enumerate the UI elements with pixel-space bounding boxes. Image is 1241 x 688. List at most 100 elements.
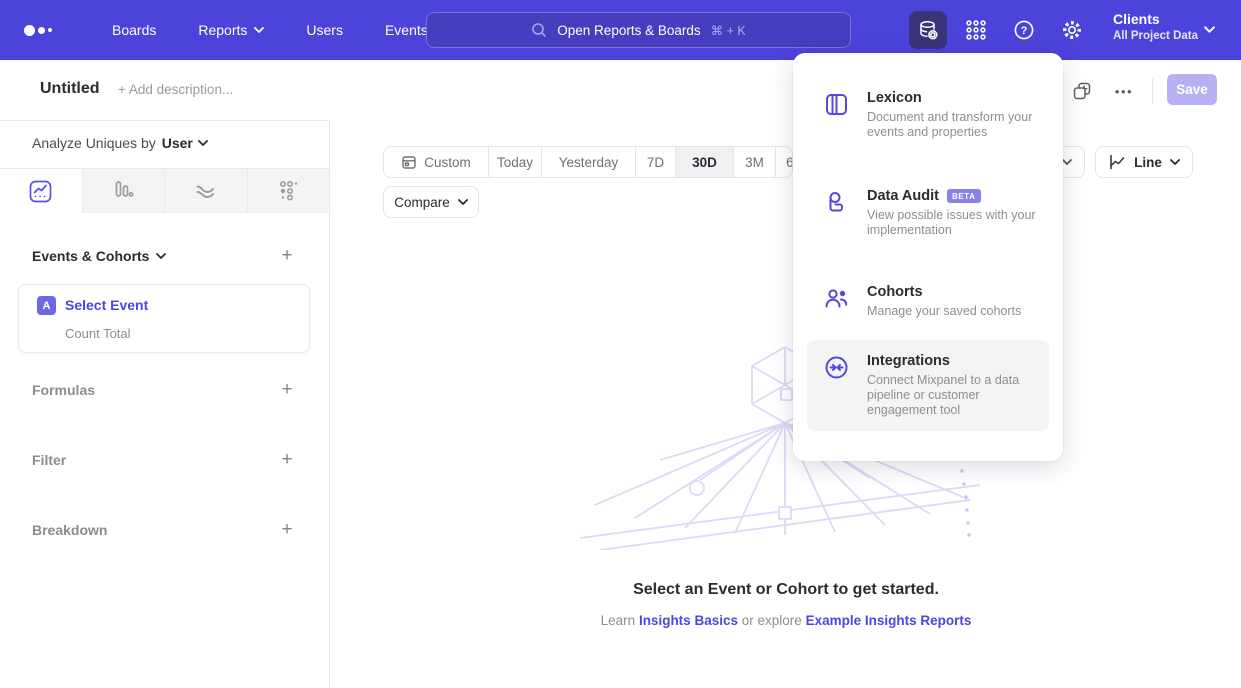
database-gear-icon [916, 18, 940, 42]
plus-icon: + [281, 379, 292, 401]
data-audit-description: View possible issues with your implement… [867, 208, 1049, 238]
nav-boards-label: Boards [112, 22, 156, 38]
range-3m-label: 3M [745, 155, 764, 170]
lexicon-description: Document and transform your events and p… [867, 110, 1049, 140]
report-canvas: Custom Today Yesterday 7D 30D 3M 6M Comp… [331, 120, 1241, 688]
nav-events[interactable]: Events [385, 22, 428, 38]
report-title[interactable]: Untitled [40, 80, 100, 98]
plus-icon: + [281, 449, 292, 471]
range-6m-label: 6M [786, 155, 793, 170]
breakdown-section-label: Breakdown [32, 522, 107, 538]
chevron-down-icon [1204, 26, 1215, 33]
or-explore-label: or explore [742, 613, 802, 628]
events-cohorts-header[interactable]: Events & Cohorts [32, 248, 166, 264]
gear-icon [1060, 18, 1084, 42]
chevron-down-icon [1062, 159, 1072, 165]
cohorts-description: Manage your saved cohorts [867, 304, 1049, 319]
range-yesterday-label: Yesterday [559, 155, 619, 170]
plus-icon: + [281, 519, 292, 541]
tab-bar-chart[interactable] [82, 169, 165, 213]
compare-label: Compare [394, 195, 450, 210]
integrations-description: Connect Mixpanel to a data pipeline or c… [867, 373, 1049, 418]
compare-dropdown[interactable]: Compare [383, 186, 479, 218]
chevron-down-icon [156, 253, 166, 259]
range-custom[interactable]: Custom [384, 147, 488, 177]
add-filter-button[interactable]: + [277, 450, 297, 470]
tab-metrics-grid[interactable] [247, 169, 330, 213]
menu-item-cohorts[interactable]: Cohorts Manage your saved cohorts [807, 271, 1049, 332]
settings-button[interactable] [1053, 11, 1091, 49]
mixpanel-logo-icon[interactable] [24, 25, 70, 36]
nav-boards[interactable]: Boards [112, 22, 156, 38]
top-nav: Boards Reports Users Events Open Reports… [0, 0, 1241, 60]
chart-type-tabs [0, 168, 329, 213]
help-icon: ? [1011, 17, 1037, 43]
range-30d-selected[interactable]: 30D [675, 147, 733, 177]
range-custom-label: Custom [424, 155, 471, 170]
beta-badge: BETA [947, 189, 981, 203]
add-event-button[interactable]: + [277, 246, 297, 266]
count-total-dropdown[interactable]: Count Total [65, 326, 131, 341]
chart-style-label: Line [1134, 155, 1162, 170]
analyze-prefix-label: Analyze Uniques by [32, 135, 156, 151]
save-button[interactable]: Save [1167, 74, 1217, 105]
duplicate-report-button[interactable] [1069, 78, 1095, 104]
lexicon-book-icon [823, 91, 850, 118]
data-audit-title: Data Audit [867, 188, 939, 204]
menu-item-data-audit[interactable]: Data Audit BETA View possible issues wit… [807, 175, 1049, 251]
nav-reports-label: Reports [198, 22, 247, 38]
nav-reports[interactable]: Reports [198, 22, 264, 38]
data-management-menu: Lexicon Document and transform your even… [793, 53, 1063, 461]
chart-style-dropdown[interactable]: Line [1095, 146, 1193, 178]
add-breakdown-button[interactable]: + [277, 520, 297, 540]
data-management-button[interactable] [909, 11, 947, 49]
analyze-uniques-row: Analyze Uniques by User [32, 135, 208, 151]
add-formula-button[interactable]: + [277, 380, 297, 400]
example-reports-link[interactable]: Example Insights Reports [806, 613, 972, 628]
chevron-down-icon [458, 199, 468, 205]
range-today[interactable]: Today [488, 147, 541, 177]
range-today-label: Today [497, 155, 533, 170]
org-name: Clients [1113, 10, 1198, 29]
select-event-button[interactable]: Select Event [65, 297, 148, 313]
formulas-section-label: Formulas [32, 382, 95, 398]
more-options-button[interactable]: ••• [1111, 78, 1137, 104]
range-3m[interactable]: 3M [733, 147, 775, 177]
add-description-field[interactable]: + Add description... [118, 82, 233, 97]
menu-item-integrations[interactable]: Integrations Connect Mixpanel to a data … [807, 340, 1049, 431]
analyze-by-dropdown[interactable]: User [162, 135, 208, 151]
chevron-down-icon [254, 27, 264, 33]
project-switcher[interactable]: Clients All Project Data [1113, 10, 1198, 44]
header-divider [1152, 78, 1153, 104]
apps-grid-icon [964, 18, 988, 42]
nav-users[interactable]: Users [306, 22, 343, 38]
learn-label: Learn [601, 613, 636, 628]
range-yesterday[interactable]: Yesterday [541, 147, 635, 177]
event-card[interactable]: A Select Event Count Total [18, 284, 310, 353]
chevron-down-icon [198, 140, 208, 146]
tab-flow-chart[interactable] [164, 169, 247, 213]
search-shortcut: ⌘ + K [711, 23, 746, 38]
global-search-button[interactable]: Open Reports & Boards ⌘ + K [426, 12, 851, 48]
apps-grid-button[interactable] [957, 11, 995, 49]
empty-state-title: Select an Event or Cohort to get started… [331, 581, 1241, 599]
copy-plus-icon [1071, 80, 1093, 102]
flow-tab-icon [194, 179, 217, 202]
ellipsis-icon: ••• [1115, 84, 1133, 99]
empty-state-links: Learn Insights Basics or explore Example… [331, 613, 1241, 628]
integrations-icon [823, 354, 850, 381]
tab-line-chart[interactable] [0, 169, 82, 213]
integrations-title: Integrations [867, 353, 950, 369]
range-6m[interactable]: 6M [775, 147, 793, 177]
nav-events-label: Events [385, 22, 428, 38]
range-7d[interactable]: 7D [635, 147, 675, 177]
insights-basics-link[interactable]: Insights Basics [639, 613, 738, 628]
event-letter-badge: A [37, 296, 56, 315]
cohorts-title: Cohorts [867, 284, 923, 300]
search-icon [531, 22, 547, 38]
svg-text:?: ? [1021, 25, 1028, 37]
line-chart-icon [1108, 153, 1126, 171]
menu-item-lexicon[interactable]: Lexicon Document and transform your even… [807, 77, 1049, 153]
help-button[interactable]: ? [1005, 11, 1043, 49]
metrics-tab-icon [277, 179, 300, 202]
